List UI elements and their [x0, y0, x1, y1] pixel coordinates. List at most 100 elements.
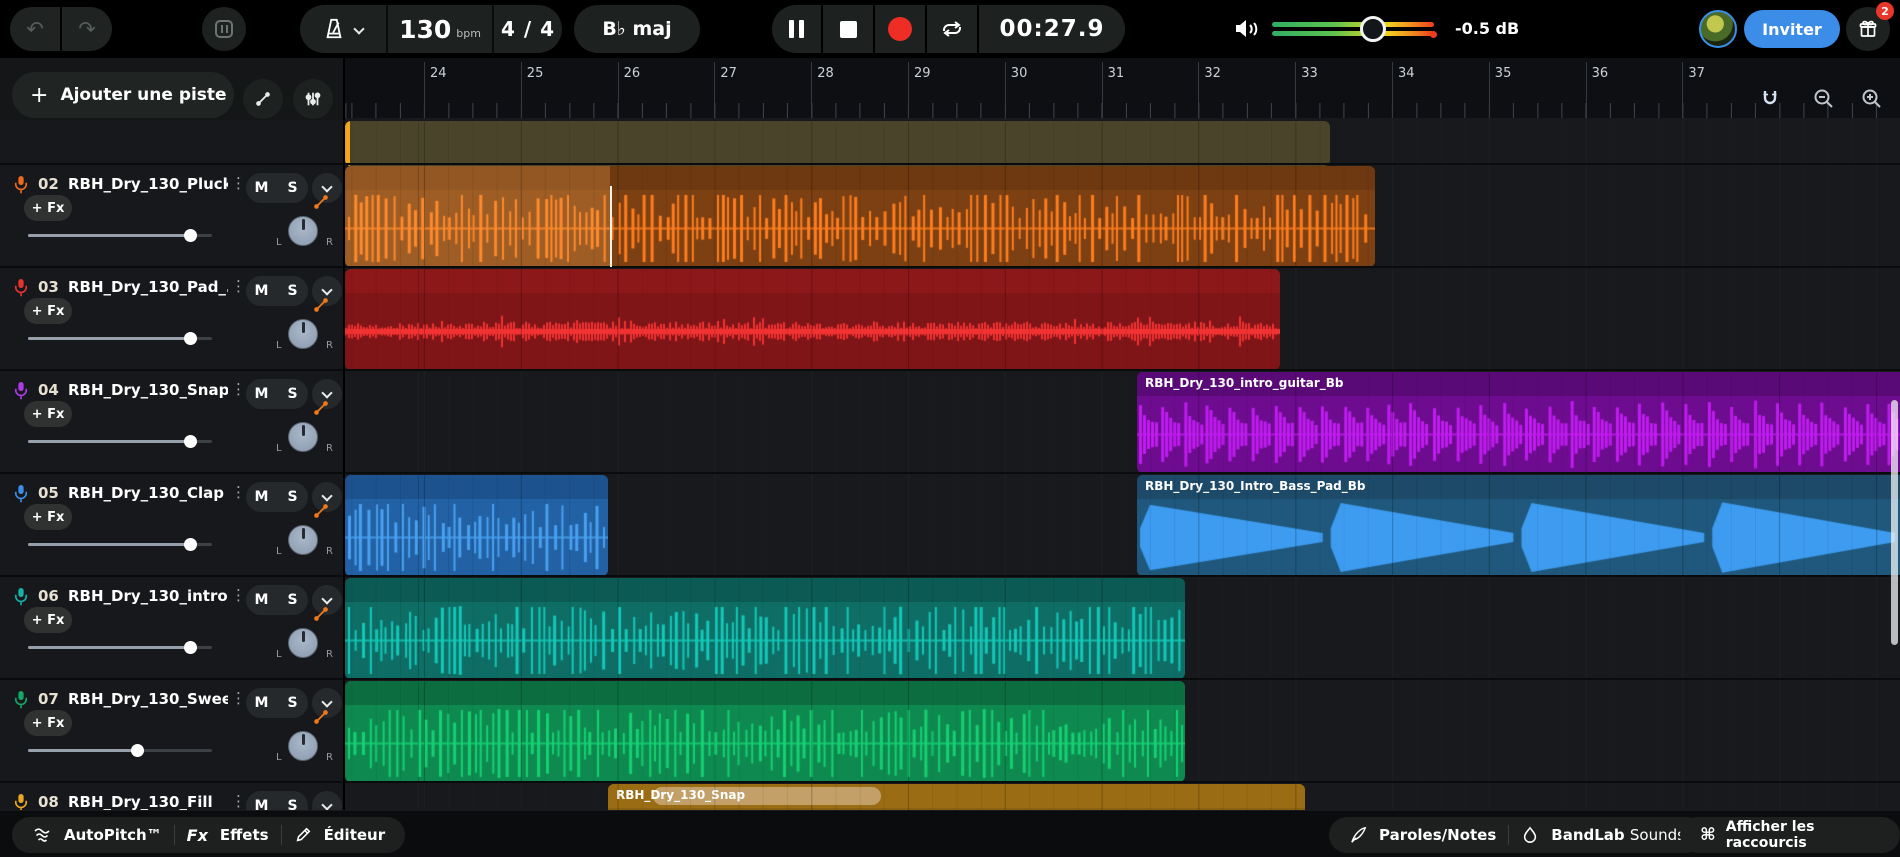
plug-icon [314, 710, 328, 724]
bandlab-sounds-button[interactable]: BandLab Sounds [1551, 826, 1685, 844]
track-menu-icon[interactable]: ⋮ [231, 792, 246, 810]
key-control[interactable]: B♭ maj [574, 5, 700, 53]
solo-button[interactable]: S [277, 173, 308, 203]
avatar[interactable] [1699, 10, 1737, 48]
redo-button[interactable]: ↷ [62, 17, 112, 41]
pan-knob[interactable] [288, 628, 318, 658]
audio-region-RBH_Dry_130_intro_guitar_Bb[interactable]: RBH_Dry_130_intro_guitar_Bb [1137, 372, 1900, 473]
add-fx-button[interactable]: + Fx [24, 710, 72, 736]
shortcuts-button[interactable]: ⌘ Afficher les raccourcis [1680, 817, 1900, 853]
speaker-icon[interactable] [1234, 17, 1260, 41]
audio-region-red[interactable] [345, 269, 1280, 370]
stop-button[interactable] [823, 5, 873, 53]
track-menu-icon[interactable]: ⋮ [231, 586, 246, 604]
metronome-button[interactable] [300, 5, 386, 53]
pan-knob[interactable] [288, 216, 318, 246]
effects-button[interactable]: Effets [220, 826, 269, 844]
add-track-button[interactable]: + Ajouter une piste [12, 72, 234, 118]
mixer-button[interactable] [293, 79, 333, 119]
volume-slider-knob[interactable] [183, 538, 197, 551]
track-row-06[interactable]: 06 RBH_Dry_130_intro... ⋮ M S + Fx L R [0, 577, 343, 678]
region-header[interactable] [345, 269, 1280, 293]
audio-region-RBH_Dry_130_Intro_Bass_Pad_Bb[interactable]: RBH_Dry_130_Intro_Bass_Pad_Bb [1137, 475, 1900, 576]
track-menu-icon[interactable]: ⋮ [231, 174, 246, 192]
track-menu-icon[interactable]: ⋮ [231, 689, 246, 707]
magnet-snap-icon[interactable] [1760, 88, 1780, 108]
pan-knob[interactable] [288, 731, 318, 761]
track-name[interactable]: RBH_Dry_130_Snap [68, 381, 228, 399]
mute-button[interactable]: M [246, 482, 277, 512]
mute-button[interactable]: M [246, 173, 277, 203]
track-name[interactable]: RBH_Dry_130_Pluck... [68, 175, 228, 193]
loop-button[interactable] [927, 5, 977, 53]
mute-button[interactable]: M [246, 688, 277, 718]
vertical-scrollbar[interactable] [1891, 400, 1898, 645]
volume-slider-knob[interactable] [183, 641, 197, 654]
mute-button[interactable]: M [246, 379, 277, 409]
audio-region-olive[interactable] [345, 121, 1330, 166]
undo-button[interactable]: ↶ [10, 17, 60, 41]
mute-button[interactable]: M [246, 585, 277, 615]
bpm-control[interactable]: 130 bpm [388, 5, 492, 53]
track-row-02[interactable]: 02 RBH_Dry_130_Pluck... ⋮ M S + Fx L R [0, 165, 343, 266]
pan-knob[interactable] [288, 319, 318, 349]
audio-region-teal[interactable] [345, 578, 1185, 679]
track-name[interactable]: RBH_Dry_130_Fill [68, 793, 213, 811]
track-menu-icon[interactable]: ⋮ [231, 483, 246, 501]
solo-button[interactable]: S [277, 585, 308, 615]
track-name[interactable]: RBH_Dry_130_Pad_... [68, 278, 228, 296]
region-header[interactable] [345, 475, 608, 499]
zoom-in-icon[interactable] [1861, 88, 1883, 110]
volume-slider-knob[interactable] [183, 332, 197, 345]
mute-button[interactable]: M [246, 276, 277, 306]
timeline-ruler[interactable]: 24 25 26 27 28 29 30 31 32 33 34 35 36 37 [345, 58, 1900, 118]
autopitch-button[interactable]: AutoPitch™ [64, 826, 162, 844]
zoom-out-icon[interactable] [1813, 88, 1835, 110]
add-fx-button[interactable]: + Fx [24, 298, 72, 324]
pause-button[interactable] [772, 5, 821, 53]
volume-slider-knob[interactable] [183, 435, 197, 448]
track-name[interactable]: RBH_Dry_130_intro... [68, 587, 228, 605]
invite-button[interactable]: Inviter [1744, 10, 1840, 48]
region-header[interactable] [345, 578, 1185, 602]
add-fx-button[interactable]: + Fx [24, 607, 72, 633]
arrangement-area[interactable]: RBH_Dry_130_intro_guitar_Bb RBH_Dry_130_I… [345, 118, 1900, 810]
solo-button[interactable]: S [277, 482, 308, 512]
track-row-03[interactable]: 03 RBH_Dry_130_Pad_... ⋮ M S + Fx L R [0, 268, 343, 369]
region-header[interactable] [345, 681, 1185, 705]
volume-slider-knob[interactable] [130, 744, 144, 757]
audio-region-RBH_Dry_130_Snap[interactable]: RBH_Dry_130_Snap [608, 784, 1305, 810]
track-menu-icon[interactable]: ⋮ [231, 380, 246, 398]
editor-button[interactable]: Éditeur [324, 826, 386, 844]
playhead[interactable] [610, 186, 612, 267]
solo-button[interactable]: S [277, 379, 308, 409]
volume-slider-fill [28, 543, 190, 546]
project-panel-button[interactable] [202, 7, 246, 51]
track-row-04[interactable]: 04 RBH_Dry_130_Snap ⋮ M S + Fx L R [0, 371, 343, 472]
pan-knob[interactable] [288, 422, 318, 452]
add-fx-button[interactable]: + Fx [24, 401, 72, 427]
audio-region-blue[interactable] [345, 475, 608, 576]
pan-knob[interactable] [288, 525, 318, 555]
track-menu-icon[interactable]: ⋮ [231, 277, 246, 295]
track-row-05[interactable]: 05 RBH_Dry_130_Clap ⋮ M S + Fx L R [0, 474, 343, 575]
solo-button[interactable]: S [277, 688, 308, 718]
time-signature-control[interactable]: 4 / 4 [494, 5, 562, 53]
volume-slider-knob[interactable] [183, 229, 197, 242]
master-volume-knob[interactable] [1360, 16, 1386, 42]
lyrics-notes-button[interactable]: Paroles/Notes [1379, 826, 1496, 844]
audio-region-orange[interactable] [345, 166, 1375, 267]
solo-button[interactable]: S [277, 276, 308, 306]
patch-cable-button[interactable] [243, 79, 283, 119]
add-fx-button[interactable]: + Fx [24, 504, 72, 530]
add-fx-button[interactable]: + Fx [24, 195, 72, 221]
region-edge-marker[interactable] [345, 121, 350, 166]
audio-region-green[interactable] [345, 681, 1185, 782]
side-tools-group: Paroles/Notes BandLab Sounds [1329, 817, 1705, 853]
track-row-07[interactable]: 07 RBH_Dry_130_Swee... ⋮ M S + Fx L R [0, 680, 343, 781]
track-number: 07 [38, 690, 59, 708]
track-name[interactable]: RBH_Dry_130_Swee... [68, 690, 228, 708]
track-name[interactable]: RBH_Dry_130_Clap [68, 484, 224, 502]
record-button[interactable] [875, 5, 925, 53]
pencil-icon [296, 827, 310, 842]
